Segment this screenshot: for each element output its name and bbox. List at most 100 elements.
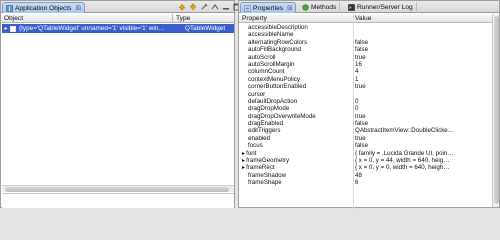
- property-row[interactable]: columnCount 4: [239, 68, 492, 75]
- application-objects-toolbar: [177, 2, 241, 12]
- property-value[interactable]: 16: [355, 61, 489, 68]
- minimize-icon[interactable]: [221, 3, 230, 12]
- property-value[interactable]: 0: [355, 105, 489, 112]
- property-value[interactable]: true: [355, 83, 489, 90]
- table-view-icon: [6, 4, 13, 12]
- property-value[interactable]: 6: [355, 179, 489, 186]
- property-name-label: frameGeometry: [246, 157, 290, 165]
- horizontal-scrollbar[interactable]: [2, 185, 234, 192]
- property-value[interactable]: 4: [355, 68, 489, 75]
- property-name: autoFillBackground: [248, 46, 301, 54]
- property-row[interactable]: autoScrollMargin 16: [239, 61, 492, 68]
- up-arrow-icon[interactable]: [177, 3, 186, 12]
- property-value[interactable]: false: [355, 142, 489, 149]
- column-header-object[interactable]: Object: [1, 14, 172, 23]
- pin-icon[interactable]: [199, 3, 208, 12]
- property-name: accessibleDescription: [248, 23, 308, 31]
- property-name: ▸frameRect: [242, 164, 347, 171]
- close-icon[interactable]: ☒: [75, 5, 80, 12]
- property-row[interactable]: alternatingRowColors false: [239, 39, 492, 46]
- down-arrow-icon[interactable]: [188, 3, 197, 12]
- properties-column-header: Property Value: [239, 14, 499, 23]
- property-value[interactable]: false: [355, 39, 489, 46]
- row-checkbox[interactable]: [10, 25, 16, 32]
- horizontal-scrollbar-thumb[interactable]: [5, 187, 229, 192]
- property-name: columnCount: [248, 68, 285, 76]
- methods-icon: [302, 4, 309, 11]
- column-header-type-label: Type: [176, 14, 191, 22]
- property-row[interactable]: dragEnabled false: [239, 120, 492, 127]
- property-value[interactable]: false: [355, 46, 489, 53]
- close-icon[interactable]: ☒: [287, 5, 292, 12]
- property-row[interactable]: autoScroll true: [239, 54, 492, 61]
- property-name: frameShadow: [248, 171, 287, 179]
- property-name: dragDropMode: [248, 105, 290, 113]
- property-row[interactable]: contextMenuPolicy 1: [239, 76, 492, 83]
- property-row[interactable]: enabled true: [239, 135, 492, 142]
- property-value[interactable]: { x = 0, y = 44, width = 640, heig…: [355, 157, 489, 164]
- property-value[interactable]: true: [355, 54, 489, 61]
- property-row[interactable]: dragDropOverwriteMode true: [239, 113, 492, 120]
- vertical-scrollbar-thumb[interactable]: [494, 16, 499, 204]
- property-name: frameShape: [248, 179, 282, 187]
- column-header-type[interactable]: Type: [173, 14, 234, 23]
- property-row[interactable]: dragDropMode 0: [239, 105, 492, 112]
- property-name-label: font: [246, 149, 257, 157]
- property-value[interactable]: false: [355, 120, 489, 127]
- property-row[interactable]: cornerButtonEnabled true: [239, 83, 492, 90]
- type-cell: QTableWidget: [185, 25, 226, 32]
- property-row[interactable]: focus false: [239, 142, 492, 149]
- property-name: cursor: [248, 90, 266, 98]
- property-value[interactable]: { x = 0, y = 0, width = 640, heigh…: [355, 164, 489, 171]
- application-objects-tabbar: Application Objects ☒: [1, 1, 240, 13]
- property-name: contextMenuPolicy: [248, 75, 300, 83]
- property-name: alternatingRowColors: [248, 38, 308, 46]
- expand-triangle-icon[interactable]: ▸: [242, 157, 245, 164]
- properties-table: accessibleDescription accessibleName alter…: [239, 24, 492, 187]
- property-name: editTriggers: [248, 127, 281, 135]
- property-value[interactable]: QAbstractItemView::DoubleClicke…: [355, 127, 489, 134]
- property-value[interactable]: { family = .Lucida Grande UI, poin…: [355, 150, 489, 157]
- property-row[interactable]: accessibleName: [239, 31, 492, 38]
- tab-properties-label: Properties: [253, 4, 284, 12]
- column-header-value[interactable]: Value: [355, 15, 371, 22]
- property-value[interactable]: 0: [355, 98, 489, 105]
- property-row[interactable]: cursor: [239, 91, 492, 98]
- property-row[interactable]: defaultDropAction 0: [239, 98, 492, 105]
- property-row[interactable]: accessibleDescription: [239, 24, 492, 31]
- property-name: cornerButtonEnabled: [248, 83, 307, 91]
- property-row[interactable]: ▸frameRect { x = 0, y = 0, width = 640, h…: [239, 164, 492, 171]
- table-row[interactable]: ▸ {type='QTableWidget' unnamed='1' visib…: [2, 24, 234, 33]
- tab-methods[interactable]: Methods: [299, 2, 341, 13]
- collapse-icon[interactable]: [210, 3, 219, 12]
- collapsed-triangle-icon[interactable]: ▸: [2, 25, 10, 32]
- property-row[interactable]: ▸frameGeometry { x = 0, y = 44, width = 6…: [239, 157, 492, 164]
- property-name: focus: [248, 142, 263, 150]
- properties-icon: [244, 4, 251, 12]
- property-value[interactable]: 1: [355, 76, 489, 83]
- property-row[interactable]: ▸font { family = .Lucida Grande UI, poin…: [239, 150, 492, 157]
- property-value[interactable]: true: [355, 113, 489, 120]
- property-row[interactable]: frameShape 6: [239, 179, 492, 186]
- property-name: accessibleName: [248, 31, 294, 39]
- property-value[interactable]: true: [355, 135, 489, 142]
- column-header-property[interactable]: Property: [242, 15, 267, 22]
- tab-application-objects[interactable]: Application Objects ☒: [2, 2, 85, 13]
- property-name: dragDropOverwriteMode: [248, 112, 316, 120]
- property-name: dragEnabled: [248, 120, 284, 128]
- property-name: autoScrollMargin: [248, 60, 295, 68]
- property-name: enabled: [248, 134, 271, 142]
- expand-triangle-icon[interactable]: ▸: [242, 164, 245, 171]
- property-name: autoScroll: [248, 53, 276, 61]
- expand-triangle-icon[interactable]: ▸: [242, 150, 245, 157]
- property-row[interactable]: autoFillBackground false: [239, 46, 492, 53]
- vertical-scrollbar[interactable]: [492, 14, 499, 207]
- tab-properties[interactable]: Properties ☒: [240, 2, 297, 13]
- properties-view: Properties ☒ Methods Runner/Server Log P…: [238, 0, 500, 209]
- tab-runner-server-log[interactable]: Runner/Server Log: [345, 2, 417, 13]
- property-row[interactable]: frameShadow 48: [239, 172, 492, 179]
- property-value[interactable]: 48: [355, 172, 489, 179]
- property-row[interactable]: editTriggers QAbstractItemView::DoubleCli…: [239, 127, 492, 134]
- tab-methods-label: Methods: [311, 4, 337, 11]
- details-area: [2, 193, 234, 208]
